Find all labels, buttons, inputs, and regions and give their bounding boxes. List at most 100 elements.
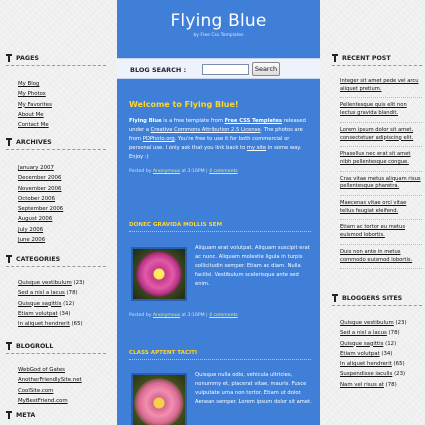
list-item[interactable]: My Blog <box>18 79 106 89</box>
pages-list: My Blog My Photos My Favorites About Me Cont… <box>6 79 106 130</box>
welcome-title: Welcome to Flying Blue! <box>129 100 239 109</box>
pdphoto-link[interactable]: PDPhoto.org <box>143 136 175 142</box>
list-item: Suspendisse iaculis (23) <box>340 369 422 379</box>
category-link[interactable]: In aliquet hendrerit <box>18 321 70 327</box>
pages-section: PAGES My Blog My Photos My Favorites About … <box>6 54 106 130</box>
category-count: (34) <box>57 310 71 317</box>
category-link[interactable]: Etiam volutpat <box>340 351 380 357</box>
pin-icon <box>6 138 12 146</box>
author-link[interactable]: Anonymous <box>153 169 180 174</box>
category-count: (78) <box>386 330 400 337</box>
category-link[interactable]: Suspendisse iaculis <box>340 371 392 377</box>
list-item: Etiam volutpat (34) <box>340 349 422 359</box>
list-item: Quisque sagittis (12) <box>18 299 106 309</box>
pin-icon <box>6 255 12 263</box>
recent-post-list: Integer sit amet pede vel arcu aliquet p… <box>332 78 422 270</box>
search-button[interactable]: Search <box>252 62 280 76</box>
post-donec: DONEC GRAVIDA MOLLIS SEM Aliquam erat vo… <box>129 222 311 318</box>
list-item[interactable]: CoolSite.com <box>18 386 106 396</box>
right-sidebar: RECENT POST Integer sit amet pede vel ar… <box>330 0 425 425</box>
list-item: Quisque vestibulum (23) <box>18 278 106 288</box>
category-count: (23) <box>393 320 407 326</box>
category-link[interactable]: In aliquet hendrerit <box>340 361 392 367</box>
license-link[interactable]: Creative Commons Attribution 2.5 License <box>151 127 261 133</box>
pin-icon <box>6 54 12 62</box>
pin-icon <box>6 411 12 419</box>
list-item[interactable]: October 2006 <box>18 194 106 204</box>
list-item[interactable]: December 2006 <box>18 173 106 183</box>
pages-heading: PAGES <box>6 54 106 66</box>
meta-section: META <box>6 411 106 422</box>
post-title[interactable]: DONEC GRAVIDA MOLLIS SEM <box>129 222 311 228</box>
list-item: Nam vel risus at (78) <box>340 380 422 390</box>
category-link[interactable]: Quisque vestibulum <box>340 320 394 326</box>
list-item[interactable]: AnotherFriendlySite.net <box>18 375 106 385</box>
list-item[interactable]: July 2006 <box>18 225 106 235</box>
post-meta: Posted by Anonymous at 3:16PM | 4 commen… <box>129 313 238 318</box>
bloggers-list: Quisque vestibulum (23) Sed a nisl a lacu… <box>332 318 422 390</box>
meta-heading: META <box>6 411 106 422</box>
welcome-meta: Posted by Anonymous at 3:16PM | 4 commen… <box>129 169 238 174</box>
category-count: (12) <box>383 340 397 347</box>
site-subtitle: by Free Css Templates <box>193 33 244 38</box>
list-item[interactable]: Etiam ac tortor eu metus euismod loborti… <box>340 224 422 245</box>
free-css-link[interactable]: Free CSS Templates <box>225 118 282 124</box>
list-item[interactable]: August 2006 <box>18 214 106 224</box>
list-item: In aliquet hendrerit (65) <box>18 319 106 329</box>
post-title[interactable]: CLASS APTENT TACITI <box>129 350 311 356</box>
list-item[interactable]: Maecenas vitae orci vitae tellus feugiat… <box>340 200 422 221</box>
category-count: (23) <box>392 371 406 378</box>
category-link[interactable]: Sed a nisl a lacus <box>18 290 65 296</box>
category-link[interactable]: Nam vel risus at <box>340 382 384 388</box>
list-item[interactable]: Integer sit amet pede vel arcu aliquet p… <box>340 78 422 99</box>
pin-icon <box>332 294 338 302</box>
bloggers-section: BLOGGERS SITES Quisque vestibulum (23) Se… <box>332 294 422 390</box>
blogroll-section: BLOGROLL WebGod of Gates AnotherFriendlyS… <box>6 342 106 406</box>
comments-link[interactable]: 4 comments <box>209 313 238 318</box>
list-item[interactable]: MyBestFriend.com <box>18 396 106 406</box>
list-item[interactable]: My Photos <box>18 89 106 99</box>
category-link[interactable]: Quisque sagittis <box>340 341 383 347</box>
list-item[interactable]: Cras vitae metus aliquam risus pellentes… <box>340 176 422 196</box>
post-class: CLASS APTENT TACITI Quisque nulla odio, … <box>129 350 312 405</box>
category-count: (12) <box>61 300 75 307</box>
search-input[interactable] <box>202 64 249 75</box>
my-site-link[interactable]: my site <box>247 145 266 151</box>
list-item[interactable]: Lorem ipsum dolor sit amet, consectetuer… <box>340 127 422 148</box>
welcome-text: Flying Blue is a free template from Free… <box>129 118 306 160</box>
category-link[interactable]: Quisque vestibulum <box>18 280 72 286</box>
search-label: BLOG SEARCH : <box>130 66 187 74</box>
list-item[interactable]: My Favorites <box>18 100 106 110</box>
list-item[interactable]: Pellentesque quis elit non lectus gravid… <box>340 102 422 123</box>
archives-heading: ARCHIVES <box>6 138 106 150</box>
categories-section: CATEGORIES Quisque vestibulum (23) Sed a … <box>6 255 106 329</box>
bloggers-heading: BLOGGERS SITES <box>332 294 422 306</box>
list-item[interactable]: September 2006 <box>18 204 106 214</box>
site-title[interactable]: Flying Blue <box>117 11 320 31</box>
post-text: Quisque nulla odio, vehicula ultricies, … <box>195 372 312 405</box>
list-item[interactable]: WebGod of Gates <box>18 365 106 375</box>
list-item[interactable]: Duis non ante in metus commodo euismod l… <box>340 249 422 270</box>
blogroll-list: WebGod of Gates AnotherFriendlySite.net Co… <box>6 365 106 406</box>
list-item[interactable]: About Me <box>18 110 106 120</box>
author-link[interactable]: Anonymous <box>153 313 180 318</box>
list-item: Etiam volutpat (34) <box>18 309 106 319</box>
list-item[interactable]: Phasellus nec erat sit amet nibh pellent… <box>340 151 422 172</box>
category-link[interactable]: Sed a nisl a lacus <box>340 330 387 336</box>
category-link[interactable]: Etiam volutpat <box>18 311 58 317</box>
category-count: (78) <box>383 381 397 388</box>
category-count: (34) <box>379 350 393 357</box>
site-header: Flying Blue by Free Css Templates <box>117 0 320 58</box>
recent-post-section: RECENT POST Integer sit amet pede vel ar… <box>332 54 422 273</box>
list-item[interactable]: January 2007 <box>18 163 106 173</box>
comments-link[interactable]: 4 comments <box>209 169 238 174</box>
category-count: (78) <box>64 290 78 297</box>
list-item[interactable]: Contact Me <box>18 120 106 130</box>
main-content: Flying Blue by Free Css Templates BLOG S… <box>117 0 320 425</box>
list-item[interactable]: November 2006 <box>18 184 106 194</box>
categories-heading: CATEGORIES <box>6 255 106 267</box>
list-item[interactable]: June 2006 <box>18 235 106 245</box>
list-item: Quisque sagittis (12) <box>340 339 422 349</box>
archives-section: ARCHIVES January 2007 December 2006 Novemb… <box>6 138 106 245</box>
category-link[interactable]: Quisque sagittis <box>18 301 61 307</box>
